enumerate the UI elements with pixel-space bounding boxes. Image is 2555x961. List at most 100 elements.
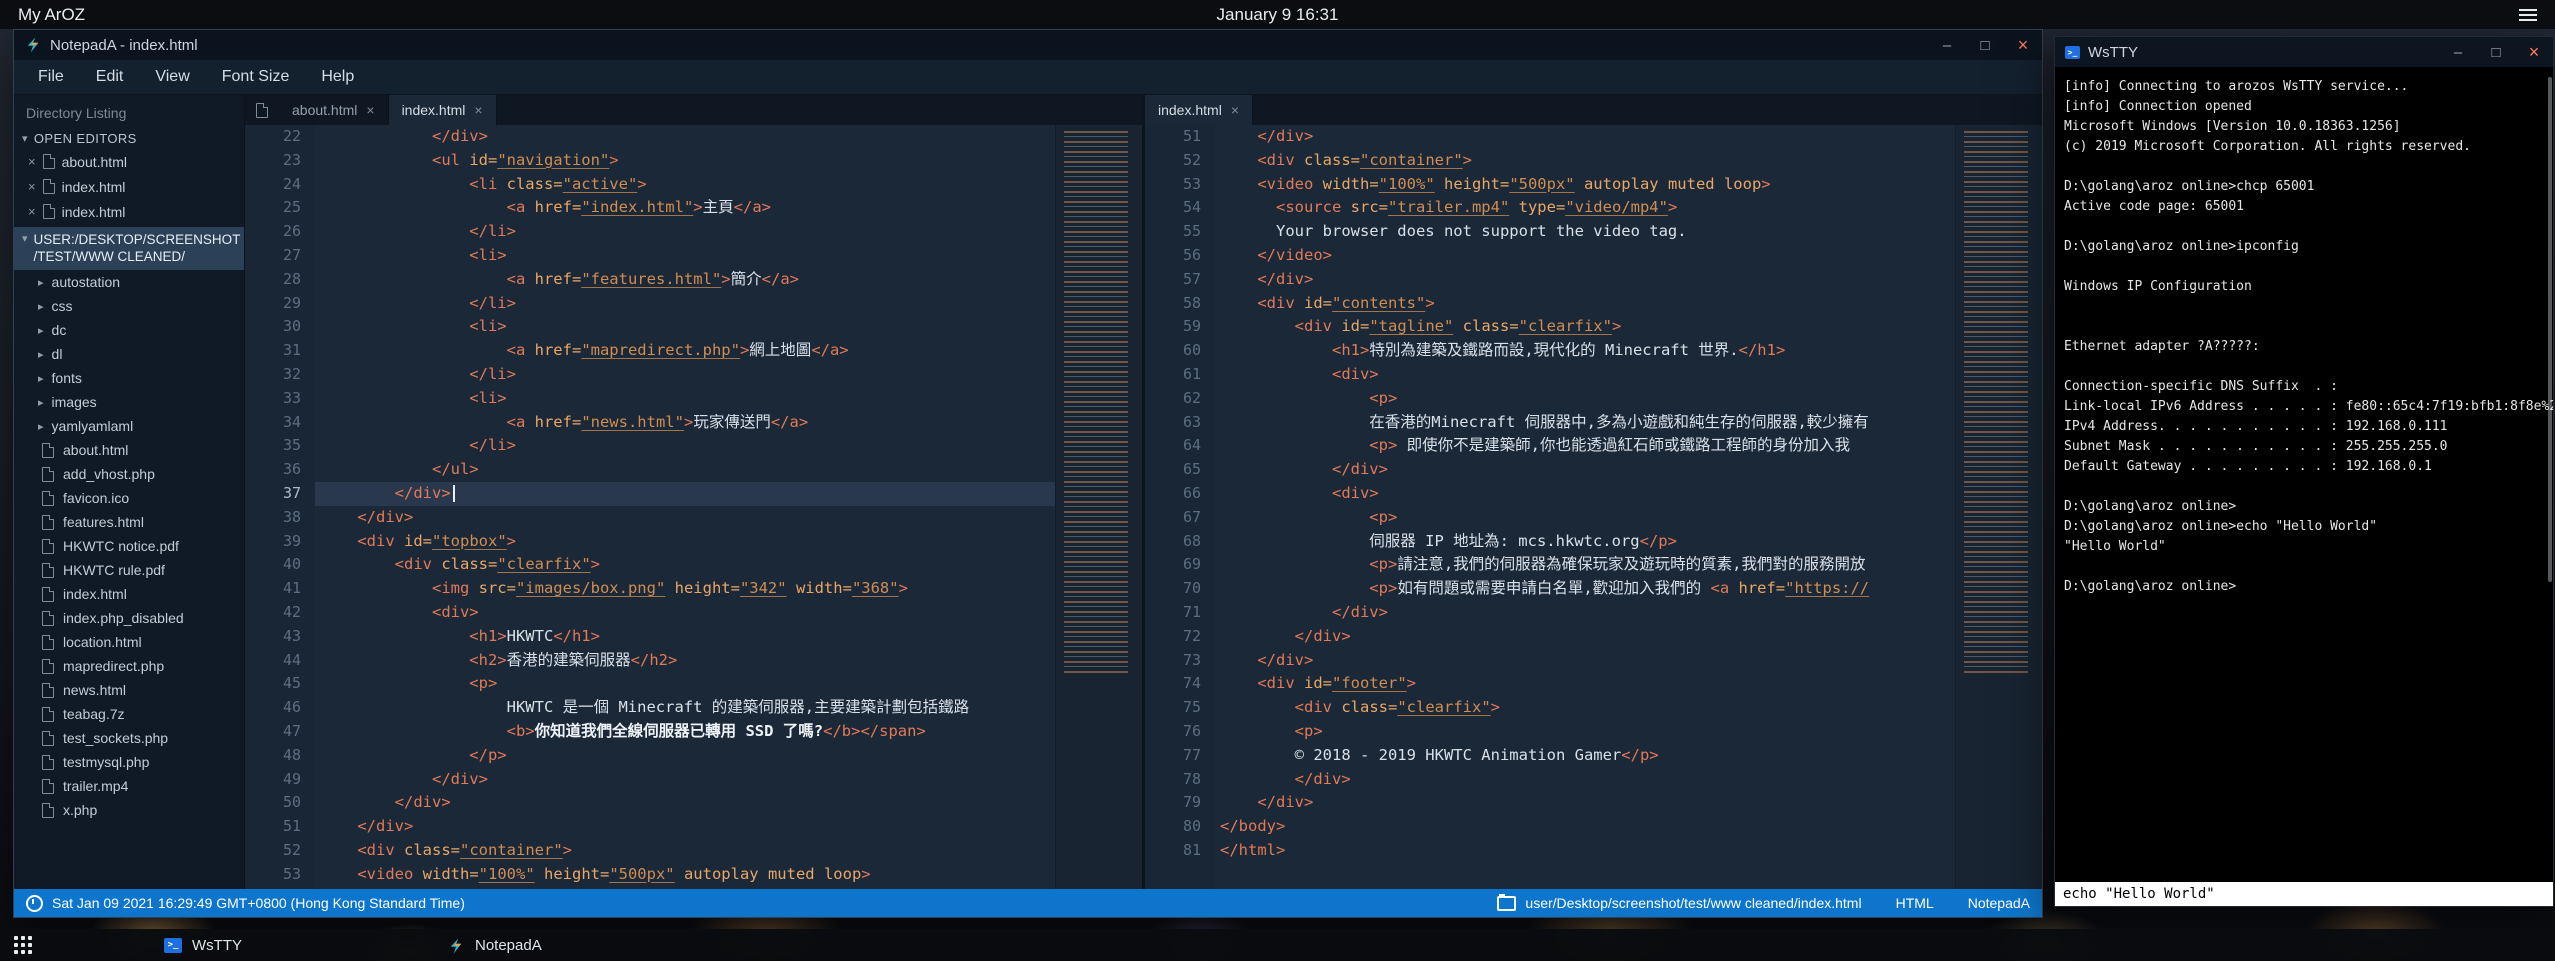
code-line[interactable]: </li>	[315, 434, 1055, 458]
code-line[interactable]: <a href="index.html">主頁</a>	[315, 196, 1055, 220]
taskbar-item-wstty[interactable]: >_WsTTY	[146, 929, 429, 961]
code-area[interactable]: </div> <div class="container"> <video wi…	[1215, 125, 1955, 889]
code-line[interactable]: </div>	[1215, 268, 1955, 292]
code-line[interactable]: HKWTC 是一個 Minecraft 的建築伺服器,主要建築計劃包括鐵路	[315, 696, 1055, 720]
open-editors-section[interactable]: ▾ OPEN EDITORS	[14, 129, 244, 149]
tree-folder-item[interactable]: ▸dl	[14, 342, 244, 366]
code-line[interactable]: </html>	[1215, 839, 1955, 863]
code-line[interactable]: </div>	[315, 125, 1055, 149]
tree-file-item[interactable]: trailer.mp4	[14, 774, 244, 798]
menu-view[interactable]: View	[139, 60, 205, 94]
code-line[interactable]: <div id="contents">	[1215, 292, 1955, 316]
code-line[interactable]: </li>	[315, 363, 1055, 387]
code-line[interactable]: <p>	[315, 672, 1055, 696]
code-line[interactable]: <div id="footer">	[1215, 672, 1955, 696]
code-line[interactable]: <video width="100%" height="500px" autop…	[315, 863, 1055, 887]
code-line[interactable]: </div>	[1215, 768, 1955, 792]
code-line[interactable]: <li class="active">	[315, 173, 1055, 197]
code-line[interactable]: <p> 即使你不是建築師,你也能透過紅石師或鐵路工程師的身份加入我	[1215, 434, 1955, 458]
code-line[interactable]: <b>你知道我們全線伺服器已轉用 SSD 了嗎?</b></span>	[315, 720, 1055, 744]
menu-font-size[interactable]: Font Size	[206, 60, 306, 94]
code-line[interactable]: <p>如有問題或需要申請白名單,歡迎加入我們的 <a href="https:/…	[1215, 577, 1955, 601]
code-line[interactable]: </div>	[315, 482, 1055, 506]
tree-folder-item[interactable]: ▸css	[14, 294, 244, 318]
close-button[interactable]: ×	[2004, 30, 2042, 60]
code-line[interactable]: © 2018 - 2019 HKWTC Animation Gamer</p>	[1215, 744, 1955, 768]
code-line[interactable]: </div>	[1215, 791, 1955, 815]
wstty-titlebar[interactable]: >_ WsTTY – □ ×	[2055, 37, 2553, 67]
minimize-button[interactable]: –	[1928, 30, 1966, 60]
tree-file-item[interactable]: test_sockets.php	[14, 726, 244, 750]
code-line[interactable]: <li>	[315, 387, 1055, 411]
app-grid-icon[interactable]	[0, 929, 46, 961]
code-line[interactable]: <a href="news.html">玩家傳送門</a>	[315, 411, 1055, 435]
taskbar-item-notepada[interactable]: NotepadA	[429, 929, 712, 961]
tab-close-icon[interactable]: ×	[366, 102, 374, 118]
code-line[interactable]: <source src="trailer.mp4" type="video/mp…	[1215, 196, 1955, 220]
code-line[interactable]: <div class="container">	[1215, 149, 1955, 173]
maximize-button[interactable]: □	[1966, 30, 2004, 60]
code-line[interactable]: <li>	[315, 244, 1055, 268]
code-line[interactable]: <div class="clearfix">	[1215, 696, 1955, 720]
tree-file-item[interactable]: favicon.ico	[14, 486, 244, 510]
code-area[interactable]: </div> <ul id="navigation"> <li class="a…	[315, 125, 1055, 889]
code-line[interactable]: 伺服器 IP 地址為: mcs.hkwtc.org</p>	[1215, 530, 1955, 554]
code-line[interactable]: </div>	[315, 506, 1055, 530]
tree-file-item[interactable]: teabag.7z	[14, 702, 244, 726]
minimize-button[interactable]: –	[2439, 37, 2477, 67]
tree-folder-item[interactable]: ▸fonts	[14, 366, 244, 390]
tree-folder-item[interactable]: ▸dc	[14, 318, 244, 342]
tree-file-item[interactable]: about.html	[14, 438, 244, 462]
close-icon[interactable]: ×	[28, 179, 36, 194]
code-line[interactable]: </li>	[315, 220, 1055, 244]
file-icon[interactable]	[245, 95, 279, 125]
close-icon[interactable]: ×	[28, 204, 36, 219]
tree-file-item[interactable]: testmysql.php	[14, 750, 244, 774]
code-line[interactable]: <a href="features.html">簡介</a>	[315, 268, 1055, 292]
minimap[interactable]	[1055, 125, 1142, 889]
code-line[interactable]: </div>	[1215, 125, 1955, 149]
code-line[interactable]: </div>	[315, 791, 1055, 815]
menu-help[interactable]: Help	[305, 60, 370, 94]
code-line[interactable]: <div class="clearfix">	[315, 553, 1055, 577]
tree-file-item[interactable]: location.html	[14, 630, 244, 654]
code-line[interactable]: <div class="container">	[315, 839, 1055, 863]
tab-about.html[interactable]: about.html×	[279, 95, 389, 125]
tree-file-item[interactable]: add_vhost.php	[14, 462, 244, 486]
code-line[interactable]: 在香港的Minecraft 伺服器中,多為小遊戲和純生存的伺服器,較少擁有	[1215, 411, 1955, 435]
terminal-input[interactable]: echo "Hello World"	[2055, 882, 2553, 906]
scrollbar[interactable]	[2548, 77, 2552, 582]
status-file-path[interactable]: user/Desktop/screenshot/test/www cleaned…	[1525, 895, 1861, 911]
code-line[interactable]: </body>	[1215, 815, 1955, 839]
code-line[interactable]: </div>	[1215, 458, 1955, 482]
tree-folder-item[interactable]: ▸yamlyamlaml	[14, 414, 244, 438]
tab-index.html[interactable]: index.html×	[389, 95, 497, 125]
code-line[interactable]: <a href="mapredirect.php">網上地圖</a>	[315, 339, 1055, 363]
code-line[interactable]: Your browser does not support the video …	[1215, 220, 1955, 244]
code-line[interactable]: </li>	[315, 292, 1055, 316]
tree-root-folder[interactable]: ▾ USER:/DESKTOP/SCREENSHOT /TEST/WWW CLE…	[14, 227, 244, 270]
code-line[interactable]: <video width="100%" height="500px" autop…	[1215, 173, 1955, 197]
code-line[interactable]: <div>	[1215, 482, 1955, 506]
code-line[interactable]: </ul>	[315, 458, 1055, 482]
minimap[interactable]	[1955, 125, 2042, 889]
tree-file-item[interactable]: x.php	[14, 798, 244, 822]
menu-file[interactable]: File	[22, 60, 80, 94]
tree-folder-item[interactable]: ▸autostation	[14, 270, 244, 294]
code-line[interactable]: <img src="images/box.png" height="342" w…	[315, 577, 1055, 601]
hamburger-menu-icon[interactable]	[2519, 9, 2537, 21]
code-line[interactable]: <h1>特別為建築及鐵路而設,現代化的 Minecraft 世界.</h1>	[1215, 339, 1955, 363]
code-line[interactable]: <div id="topbox">	[315, 530, 1055, 554]
code-line[interactable]: </video>	[1215, 244, 1955, 268]
open-editor-item[interactable]: ×index.html	[14, 174, 244, 199]
code-line[interactable]: <li>	[315, 315, 1055, 339]
tree-file-item[interactable]: HKWTC rule.pdf	[14, 558, 244, 582]
code-line[interactable]: </div>	[315, 768, 1055, 792]
close-icon[interactable]: ×	[28, 154, 36, 169]
tree-file-item[interactable]: HKWTC notice.pdf	[14, 534, 244, 558]
tree-file-item[interactable]: features.html	[14, 510, 244, 534]
code-line[interactable]: <p>	[1215, 387, 1955, 411]
code-line[interactable]: </div>	[1215, 649, 1955, 673]
code-line[interactable]: <p>	[1215, 506, 1955, 530]
terminal-output[interactable]: [info] Connecting to arozos WsTTY servic…	[2055, 67, 2553, 882]
